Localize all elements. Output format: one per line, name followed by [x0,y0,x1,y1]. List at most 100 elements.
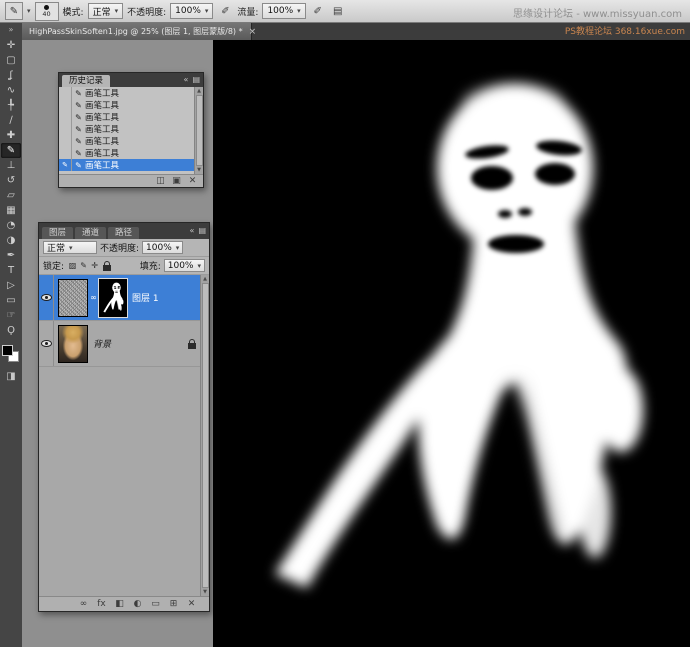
eraser-tool[interactable]: ▱ [1,188,21,203]
history-state-row[interactable]: ✎ 画笔工具 [59,99,194,111]
type-tool[interactable]: T [1,263,21,278]
panel-menu-icon[interactable]: ▤ [198,227,206,235]
history-source-well[interactable] [59,147,72,159]
tab-history[interactable]: 历史记录 [62,75,110,87]
eyedropper-tool[interactable]: ∕ [1,113,21,128]
history-state-label: 画笔工具 [85,147,194,159]
shape-tool[interactable]: ▭ [1,293,21,308]
tool-icon: ʆ [9,71,12,81]
delete-state-icon[interactable]: ✕ [186,177,199,186]
brush-tool[interactable]: ✎ [1,143,21,158]
scroll-down-icon[interactable]: ▼ [197,167,201,173]
path-selection-tool[interactable]: ▷ [1,278,21,293]
layer-name[interactable]: 背景 [93,337,111,350]
new-group-icon[interactable]: ▭ [149,600,162,609]
layer-blend-mode-select[interactable]: 正常 ▾ [43,241,97,254]
layer-name[interactable]: 图层 1 [132,291,159,304]
airbrush-icon[interactable]: ✐ [310,3,326,19]
lock-all-icon[interactable] [103,265,111,271]
dodge-tool[interactable]: ◑ [1,233,21,248]
healing-brush-tool[interactable]: ✚ [1,128,21,143]
layers-scrollbar[interactable]: ▲ ▼ [200,275,209,596]
scrollbar-thumb[interactable] [202,283,209,588]
history-state-label: 画笔工具 [85,135,194,147]
history-source-well[interactable] [59,111,72,123]
layer-row-background[interactable]: 背景 [39,321,200,367]
document-canvas[interactable] [213,40,690,647]
quick-selection-tool[interactable]: ∿ [1,83,21,98]
document-tab[interactable]: HighPassSkinSoften1.jpg @ 25% (图层 1, 图层蒙… [22,23,252,40]
panel-tab[interactable]: 路径 [108,227,139,239]
lock-position-icon[interactable]: ✛ [89,261,100,270]
lock-pixels-icon[interactable]: ✎ [78,261,89,270]
foreground-color-swatch[interactable] [2,345,13,356]
tool-preset-picker[interactable]: ✎ [5,2,23,20]
history-source-well[interactable] [59,87,72,99]
visibility-toggle[interactable] [39,321,54,366]
scrollbar-thumb[interactable] [196,95,203,166]
gradient-tool[interactable]: ▦ [1,203,21,218]
opacity-select[interactable]: 100% ▾ [170,3,213,19]
brush-tool-icon: ✎ [72,101,85,110]
scroll-up-icon[interactable]: ▲ [203,276,207,282]
history-state-row[interactable]: ✎ 画笔工具 [59,111,194,123]
history-panel-header[interactable]: 历史记录 « ▤ [59,73,203,87]
zoom-tool[interactable]: Ϙ [1,323,21,338]
preset-dropdown-arrow[interactable]: ▾ [27,7,31,15]
scroll-down-icon[interactable]: ▼ [203,589,207,595]
pen-tool[interactable]: ✒ [1,248,21,263]
scroll-up-icon[interactable]: ▲ [197,88,201,94]
lock-transparency-icon[interactable]: ▨ [67,261,78,270]
history-scrollbar[interactable]: ▲ ▼ [194,87,203,174]
quick-mask-icon[interactable]: ◨ [6,371,15,382]
layer-mask-thumbnail[interactable] [99,279,127,317]
blur-tool[interactable]: ◔ [1,218,21,233]
delete-layer-icon[interactable]: ✕ [185,600,198,609]
visibility-toggle[interactable] [39,275,54,320]
new-adjustment-layer-icon[interactable]: ◐ [131,600,144,609]
history-state-row[interactable]: ✎ 画笔工具 [59,135,194,147]
history-brush-tool[interactable]: ↺ [1,173,21,188]
close-icon[interactable]: × [249,27,257,37]
tablet-pressure-opacity-icon[interactable]: ✐ [217,3,233,19]
history-state-row[interactable]: ✎ ✎ 画笔工具 [59,159,194,171]
lasso-tool[interactable]: ʆ [1,68,21,83]
history-source-well[interactable] [59,99,72,111]
history-state-row[interactable]: ✎ 画笔工具 [59,123,194,135]
add-layer-mask-icon[interactable]: ◧ [113,600,126,609]
flow-select[interactable]: 100% ▾ [262,3,305,19]
new-layer-icon[interactable]: ⊞ [167,600,180,609]
clone-stamp-tool[interactable]: ⊥ [1,158,21,173]
history-state-row[interactable]: ✎ 画笔工具 [59,147,194,159]
layer1-thumbnail[interactable] [58,279,88,317]
marquee-tool[interactable]: ▢ [1,53,21,68]
move-tool[interactable]: ✛ [1,38,21,53]
collapse-icon[interactable]: « [184,76,189,84]
new-document-from-state-icon[interactable]: ◫ [154,177,167,186]
fill-select[interactable]: 100% ▾ [164,259,205,272]
panel-tab[interactable]: 图层 [42,227,73,239]
layers-panel-footer: ∞ fx ◧ ◐ ▭ ⊞ ✕ [39,596,209,611]
layers-panel-header[interactable]: 图层 通道 路径 « ▤ [39,223,209,239]
history-source-well[interactable] [59,123,72,135]
new-snapshot-icon[interactable]: ▣ [170,177,183,186]
link-layers-icon[interactable]: ∞ [77,600,90,609]
layer-row-layer1[interactable]: ∞ 图层 1 [39,275,200,321]
collapse-panel-icon[interactable]: » [9,25,14,35]
hand-tool[interactable]: ☞ [1,308,21,323]
panel-tab[interactable]: 通道 [75,227,106,239]
history-source-well[interactable] [59,135,72,147]
brush-panel-toggle-icon[interactable]: ▤ [330,3,346,19]
layer-lock-icon [188,343,196,349]
layer-style-icon[interactable]: fx [95,600,108,609]
brush-tip-picker[interactable]: 40 [35,2,59,21]
panel-menu-icon[interactable]: ▤ [192,76,200,84]
layer-opacity-select[interactable]: 100% ▾ [142,241,183,254]
tool-icon: ↺ [7,176,15,186]
background-thumbnail[interactable] [58,325,88,363]
history-state-row[interactable]: ✎ 画笔工具 [59,87,194,99]
history-source-well[interactable]: ✎ [59,159,72,171]
blend-mode-select[interactable]: 正常 ▾ [88,3,124,19]
crop-tool[interactable]: ╄ [1,98,21,113]
collapse-icon[interactable]: « [190,227,195,235]
